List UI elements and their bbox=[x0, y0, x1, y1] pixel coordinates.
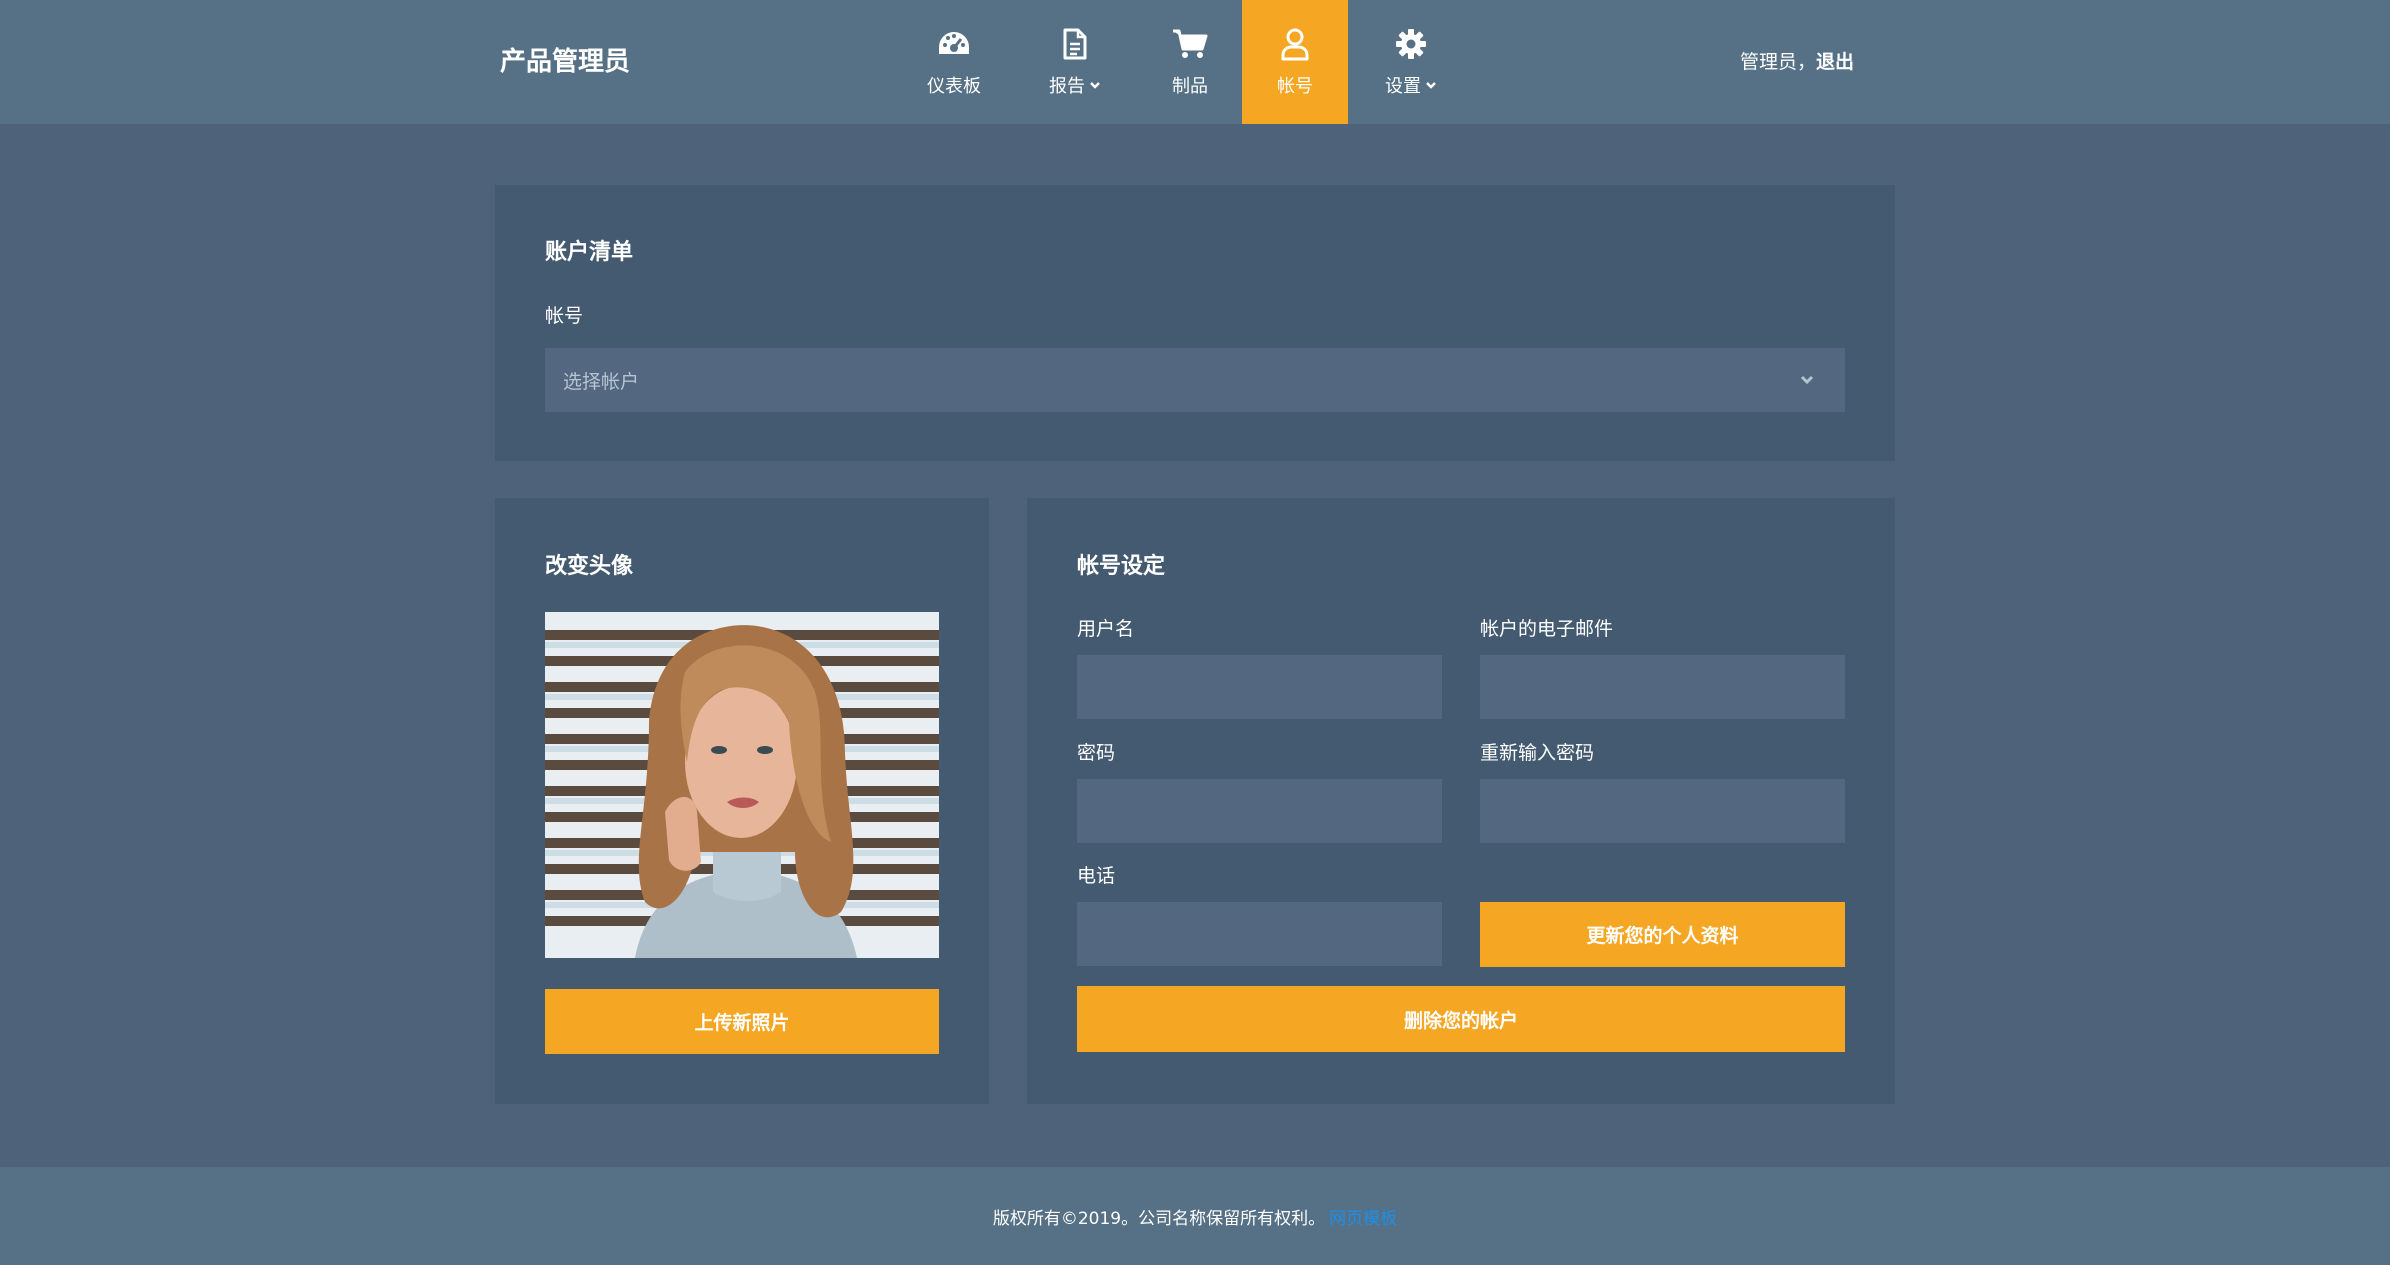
shopping-cart-icon bbox=[1172, 26, 1208, 62]
password-repeat-label: 重新输入密码 bbox=[1480, 742, 1595, 764]
top-navbar: 产品管理员 仪表板 报告 制品 帐号 设置 管理员，退出 bbox=[0, 0, 2390, 124]
email-label: 帐户的电子邮件 bbox=[1480, 618, 1614, 640]
delete-account-button[interactable]: 删除您的帐户 bbox=[1077, 986, 1845, 1052]
footer-link[interactable]: 网页模板 bbox=[1329, 1204, 1397, 1229]
update-profile-button[interactable]: 更新您的个人资料 bbox=[1480, 902, 1845, 967]
nav-products-label: 制品 bbox=[1172, 76, 1208, 97]
account-settings-title: 帐号设定 bbox=[1077, 554, 1166, 579]
nav-dashboard-label: 仪表板 bbox=[927, 76, 981, 97]
username-label: 用户名 bbox=[1077, 618, 1135, 640]
logout-link[interactable]: 退出 bbox=[1816, 51, 1854, 73]
avatar-panel-title: 改变头像 bbox=[545, 554, 634, 579]
nav-settings-label: 设置 bbox=[1385, 76, 1421, 97]
email-input[interactable] bbox=[1480, 655, 1845, 719]
account-select[interactable]: 选择帐户 bbox=[545, 348, 1845, 412]
account-list-panel bbox=[495, 185, 1895, 461]
file-report-icon bbox=[1057, 26, 1093, 62]
account-list-title: 账户清单 bbox=[545, 240, 634, 265]
password-repeat-input[interactable] bbox=[1480, 779, 1845, 843]
chevron-down-icon bbox=[1426, 82, 1436, 89]
account-field-label: 帐号 bbox=[545, 305, 584, 327]
user-account-icon bbox=[1277, 26, 1313, 62]
dashboard-gauge-icon bbox=[936, 26, 972, 62]
gear-icon bbox=[1393, 26, 1429, 62]
user-greeting: 管理员， bbox=[1739, 51, 1816, 73]
nav-dashboard[interactable]: 仪表板 bbox=[912, 0, 996, 124]
chevron-down-icon bbox=[1090, 82, 1100, 89]
upload-photo-button[interactable]: 上传新照片 bbox=[545, 989, 939, 1054]
nav-settings[interactable]: 设置 bbox=[1383, 0, 1439, 124]
nav-products[interactable]: 制品 bbox=[1166, 0, 1214, 124]
nav-reports[interactable]: 报告 bbox=[1045, 0, 1105, 124]
footer-copyright: 版权所有©2019。公司名称保留所有权利。 bbox=[992, 1208, 1326, 1229]
phone-label: 电话 bbox=[1077, 865, 1116, 887]
password-label: 密码 bbox=[1077, 742, 1116, 764]
password-input[interactable] bbox=[1077, 779, 1442, 843]
nav-account[interactable]: 帐号 bbox=[1242, 0, 1348, 124]
nav-reports-label: 报告 bbox=[1049, 76, 1085, 97]
user-area: 管理员，退出 bbox=[1740, 0, 1854, 124]
nav-account-label: 帐号 bbox=[1277, 76, 1313, 97]
username-input[interactable] bbox=[1077, 655, 1442, 719]
phone-input[interactable] bbox=[1077, 902, 1442, 966]
avatar-image bbox=[545, 612, 939, 958]
chevron-down-icon bbox=[1800, 375, 1814, 385]
account-select-placeholder: 选择帐户 bbox=[563, 370, 640, 393]
brand-title[interactable]: 产品管理员 bbox=[500, 0, 630, 124]
footer: 版权所有©2019。公司名称保留所有权利。 网页模板 bbox=[0, 1167, 2390, 1265]
